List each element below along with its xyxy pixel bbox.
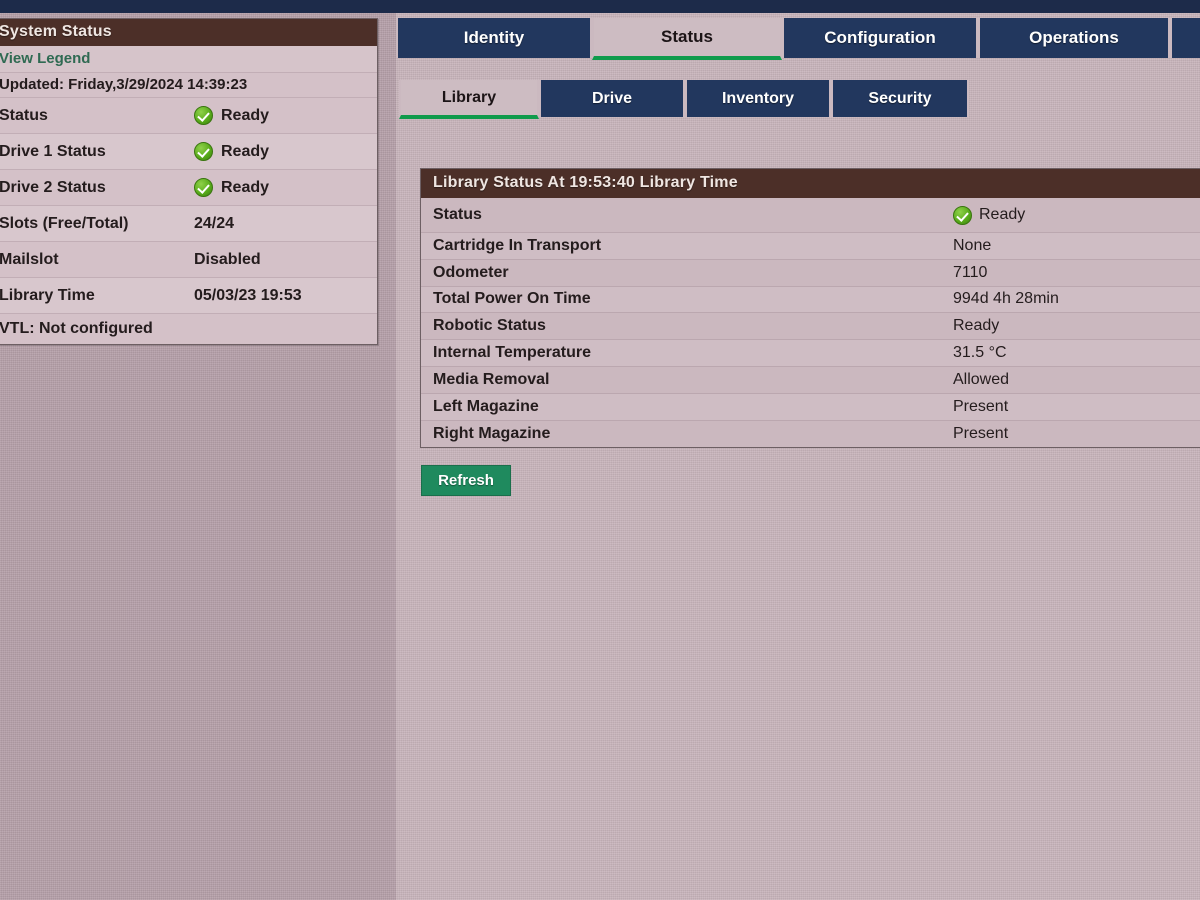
row-label: Left Magazine [433,397,539,415]
tab-label: Identity [463,28,525,47]
sidebar-row-value: Disabled [194,251,261,269]
tab-operations[interactable]: Operations [978,18,1170,58]
sidebar-row-mailslot: Mailslot Disabled [0,242,377,278]
row-label: Total Power On Time [433,290,591,308]
subtab-label: Library [441,88,497,106]
row-label: Odometer [433,263,509,281]
status-ok-icon [953,205,972,225]
tab-identity[interactable]: Identity [396,18,592,58]
table-row: Total Power On Time 994d 4h 28min [421,286,1200,314]
refresh-button[interactable]: Refresh [421,465,511,496]
table-row: Left Magazine Present [421,393,1200,421]
library-status-header: Library Status At 19:53:40 Library Time [421,169,1200,198]
row-label: Status [433,206,482,223]
table-row: Internal Temperature 31.5 °C [421,340,1200,367]
subtab-label: Security [868,89,932,107]
tab-overflow-partial[interactable] [1170,18,1200,58]
row-value: Present [953,424,1009,442]
sidebar-row-value: 05/03/23 19:53 [194,287,302,305]
subtab-label: Drive [591,89,633,107]
view-legend-row: View Legend [0,46,377,73]
subtab-security[interactable]: Security [831,80,969,117]
row-label: Robotic Status [433,317,546,335]
tab-label: Configuration [824,28,936,47]
sidebar-row-label: Drive 2 Status [0,178,106,196]
library-status-table: Library Status At 19:53:40 Library Time … [420,168,1200,449]
row-value: 31.5 °C [953,344,1007,362]
sidebar-row-value-text: Ready [221,106,270,124]
view-legend-link[interactable]: View Legend [0,50,90,67]
sidebar-row-value: Ready [194,178,269,197]
sidebar-row-value: Ready [194,106,269,125]
sidebar-row-drive-1-status: Drive 1 Status Ready [0,134,377,170]
subtab-label: Inventory [721,89,794,107]
row-value: Ready [953,205,1026,225]
sidebar-row-library-time: Library Time 05/03/23 19:53 [0,278,377,314]
table-row: Cartridge In Transport None [421,233,1200,260]
sidebar-row-value-text: 24/24 [194,214,235,232]
system-status-panel: System Status View Legend Updated: Frida… [0,18,378,345]
row-value: 7110 [953,263,988,281]
status-ok-icon [194,178,213,197]
row-label: Internal Temperature [433,344,591,362]
status-ok-icon [194,142,213,161]
table-row: Right Magazine Present [421,420,1200,448]
sub-tab-bar: Library Drive Inventory Security [396,80,1200,119]
tab-configuration[interactable]: Configuration [782,18,978,58]
system-status-title: System Status [0,19,377,46]
sidebar-row-value: Ready [194,142,269,161]
sidebar-row-slots: Slots (Free/Total) 24/24 [0,206,377,242]
right-content-background [396,13,1200,900]
sidebar-row-status: Status Ready [0,98,377,134]
row-label: Cartridge In Transport [433,236,602,254]
table-row: Odometer 7110 [421,259,1200,287]
table-row: Robotic Status Ready [421,313,1200,341]
sidebar-row-value-text: Disabled [194,250,261,268]
top-navy-strip [0,0,1200,13]
row-value: None [953,236,992,254]
subtab-inventory[interactable]: Inventory [685,80,831,117]
sidebar-row-value-text: 05/03/23 19:53 [194,286,302,304]
row-label: Media Removal [433,370,550,388]
sidebar-row-label: Mailslot [0,250,59,268]
sidebar-row-label: Status [0,106,48,124]
table-row: Status Ready [421,198,1200,233]
row-value: Ready [953,317,1000,335]
sidebar-row-value-text: Ready [221,178,270,196]
row-value-text: Ready [979,206,1026,223]
sidebar-row-label: Drive 1 Status [0,142,106,160]
row-value: Present [953,397,1009,415]
table-row: Media Removal Allowed [421,366,1200,394]
sidebar-vtl-note: VTL: Not configured [0,314,377,344]
tab-label: Status [661,27,713,46]
sidebar-row-value: 24/24 [194,215,234,233]
subtab-drive[interactable]: Drive [539,80,685,117]
row-value: 994d 4h 28min [953,290,1059,308]
sidebar-row-drive-2-status: Drive 2 Status Ready [0,170,377,206]
tab-label: Operations [1029,28,1119,47]
tab-status[interactable]: Status [592,18,782,60]
subtab-library[interactable]: Library [399,80,539,119]
row-value: Allowed [953,370,1010,388]
row-label: Right Magazine [433,424,551,442]
last-updated-text: Updated: Friday,3/29/2024 14:39:23 [0,73,377,98]
main-tab-bar: Identity Status Configuration Operations [396,18,1200,60]
sidebar-row-label: Slots (Free/Total) [0,214,129,232]
sidebar-row-label: Library Time [0,286,95,304]
sidebar-row-value-text: Ready [221,142,270,160]
status-ok-icon [194,106,213,125]
